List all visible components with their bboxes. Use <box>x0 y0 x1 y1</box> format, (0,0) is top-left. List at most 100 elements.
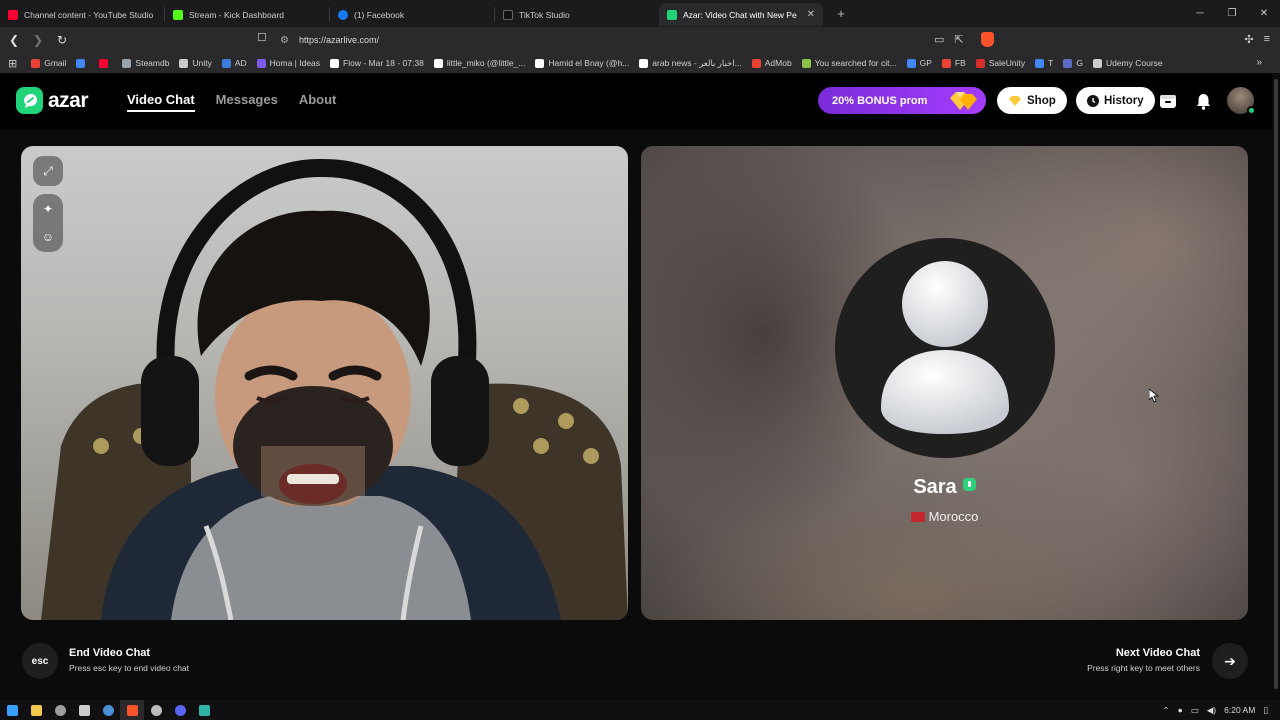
tab-youtube-studio[interactable]: Channel content - YouTube Studio <box>0 3 164 26</box>
close-tab-icon[interactable]: ✕ <box>807 9 815 20</box>
bookmark-item[interactable]: G <box>1063 58 1083 68</box>
tab-kick-dashboard[interactable]: Stream - Kick Dashboard <box>165 3 329 26</box>
tab-tiktok-studio[interactable]: TikTok Studio <box>495 3 659 26</box>
bookmark-item[interactable]: Homa | Ideas <box>256 58 320 68</box>
next-chat-arrow-icon[interactable]: ➔ <box>1212 643 1248 679</box>
fullscreen-icon[interactable]: ⤢ <box>33 156 63 186</box>
tab-facebook[interactable]: (1) Facebook <box>330 3 494 26</box>
bookmark-item[interactable]: T <box>1035 58 1053 68</box>
nav-about[interactable]: About <box>299 92 337 112</box>
bookmark-item[interactable]: Gmail <box>31 58 66 68</box>
url-text[interactable]: https://azarlive.com/ <box>299 35 379 45</box>
gift-box-icon[interactable] <box>1158 91 1178 111</box>
file-explorer-icon[interactable] <box>24 700 48 720</box>
bookmark-item[interactable]: Flow - Mar 18 - 07:38 <box>330 58 424 68</box>
page-scrollbar[interactable] <box>1272 73 1280 700</box>
forward-icon[interactable]: ❯ <box>28 30 48 50</box>
cast-icon[interactable]: ▭ <box>934 33 944 46</box>
logo-text: azar <box>48 88 89 112</box>
app-icon[interactable] <box>192 700 216 720</box>
bookmark-item[interactable]: AD <box>221 58 247 68</box>
bookmark-label: You searched for cit... <box>814 58 897 68</box>
history-button[interactable]: History <box>1076 87 1155 114</box>
more-bookmarks-icon[interactable]: » <box>1256 57 1262 68</box>
share-icon[interactable]: ⇱ <box>954 33 963 46</box>
back-icon[interactable]: ❮ <box>4 30 24 50</box>
volume-icon[interactable]: ◀) <box>1207 705 1216 716</box>
restore-icon[interactable]: ❐ <box>1216 0 1248 27</box>
bookmark-label: T <box>1048 58 1054 68</box>
extensions-icon[interactable]: ✣ <box>1244 33 1253 46</box>
end-chat-hint: Press esc key to end video chat <box>69 663 190 673</box>
brave-shields-icon[interactable] <box>981 32 994 47</box>
end-chat-title[interactable]: End Video Chat <box>69 647 150 659</box>
bookmark-item[interactable]: FB <box>941 58 966 68</box>
network-icon[interactable]: ▭ <box>1191 705 1199 716</box>
bookmark-favicon-icon <box>639 58 649 68</box>
site-settings-icon[interactable]: ⚙ <box>280 35 289 46</box>
bookmark-item[interactable]: SaleUnity <box>975 58 1025 68</box>
end-chat-button[interactable]: esc <box>22 643 58 679</box>
azar-header: azar Video Chat Messages About 20% BONUS… <box>0 73 1280 129</box>
bookmark-item[interactable] <box>76 58 89 68</box>
camera-tools: ⤢ ✦ ☺ <box>33 156 63 252</box>
bookmark-page-icon[interactable]: ☐ <box>257 31 267 44</box>
bookmark-favicon-icon <box>1092 58 1102 68</box>
sticker-icon[interactable]: ☺ <box>42 228 54 246</box>
chrome-icon[interactable] <box>48 700 72 720</box>
windows-start-icon[interactable] <box>0 700 24 720</box>
bookmark-item[interactable]: little_miko (@little_... <box>433 58 525 68</box>
shop-button[interactable]: Shop <box>997 87 1067 114</box>
bookmark-item[interactable]: Hamid el Bnay (@h... <box>535 58 629 68</box>
tab-azar[interactable]: Azar: Video Chat with New Pe ✕ <box>659 3 823 26</box>
bookmark-label: GP <box>919 58 932 68</box>
bookmark-item[interactable]: arab news - اخبار بالعر... <box>639 57 742 69</box>
magic-wand-icon[interactable]: ✦ <box>43 200 53 218</box>
nav-video-chat[interactable]: Video Chat <box>127 92 195 112</box>
window-controls: ─ ❐ ✕ <box>1184 0 1280 27</box>
default-profile-icon <box>881 261 1009 434</box>
bookmark-label: Flow - Mar 18 - 07:38 <box>343 58 424 68</box>
discord-icon[interactable] <box>168 700 192 720</box>
next-chat-hint: Press right key to meet others <box>1087 663 1200 673</box>
steam-icon[interactable] <box>96 700 120 720</box>
notification-bell-icon[interactable] <box>1193 91 1213 111</box>
tab-title: (1) Facebook <box>354 9 405 20</box>
bookmark-item[interactable]: You searched for cit... <box>801 58 897 68</box>
bookmark-label: Steamdb <box>135 58 170 68</box>
obs-icon[interactable] <box>144 700 168 720</box>
bookmark-item[interactable]: Unity <box>179 58 212 68</box>
bonus-promo-button[interactable]: 20% BONUS prom <box>818 87 986 114</box>
bookmark-item[interactable]: GP <box>906 58 932 68</box>
close-window-icon[interactable]: ✕ <box>1248 0 1280 27</box>
shop-label: Shop <box>1027 94 1056 107</box>
reload-icon[interactable]: ↻ <box>52 30 72 50</box>
bookmark-item[interactable]: Udemy Course <box>1092 58 1163 68</box>
brave-browser-icon[interactable] <box>120 700 144 720</box>
apps-grid-icon[interactable]: ⊞ <box>8 57 17 70</box>
bookmark-favicon-icon <box>433 58 443 68</box>
main-nav: Video Chat Messages About <box>127 92 336 112</box>
minimize-icon[interactable]: ─ <box>1184 0 1216 27</box>
bookmark-item[interactable] <box>99 58 112 68</box>
unity-icon[interactable] <box>72 700 96 720</box>
bookmark-label: arab news - اخبار بالعر... <box>652 57 742 68</box>
tray-overflow-icon[interactable]: ⌃ <box>1162 705 1169 716</box>
clock-time[interactable]: 6:20 AM <box>1224 705 1255 715</box>
online-status-indicator <box>1247 106 1256 115</box>
address-bar[interactable]: ⚙ https://azarlive.com/ <box>280 30 1000 50</box>
new-tab-button[interactable]: + <box>831 4 851 24</box>
bookmark-item[interactable]: Steamdb <box>122 58 169 68</box>
show-desktop-icon[interactable]: ▯ <box>1263 705 1268 716</box>
nav-messages[interactable]: Messages <box>216 92 278 112</box>
bookmark-label: Gmail <box>44 58 67 68</box>
azar-logo[interactable]: azar <box>16 87 89 114</box>
partner-country-text: Morocco <box>928 509 979 524</box>
kick-icon <box>173 9 183 20</box>
microphone-icon[interactable]: ● <box>1178 705 1183 715</box>
menu-icon[interactable]: ≡ <box>1264 33 1270 46</box>
bookmark-label: AdMob <box>764 58 792 68</box>
next-chat-title[interactable]: Next Video Chat <box>1116 647 1200 659</box>
user-avatar[interactable] <box>1227 87 1256 115</box>
bookmark-item[interactable]: AdMob <box>751 58 792 68</box>
